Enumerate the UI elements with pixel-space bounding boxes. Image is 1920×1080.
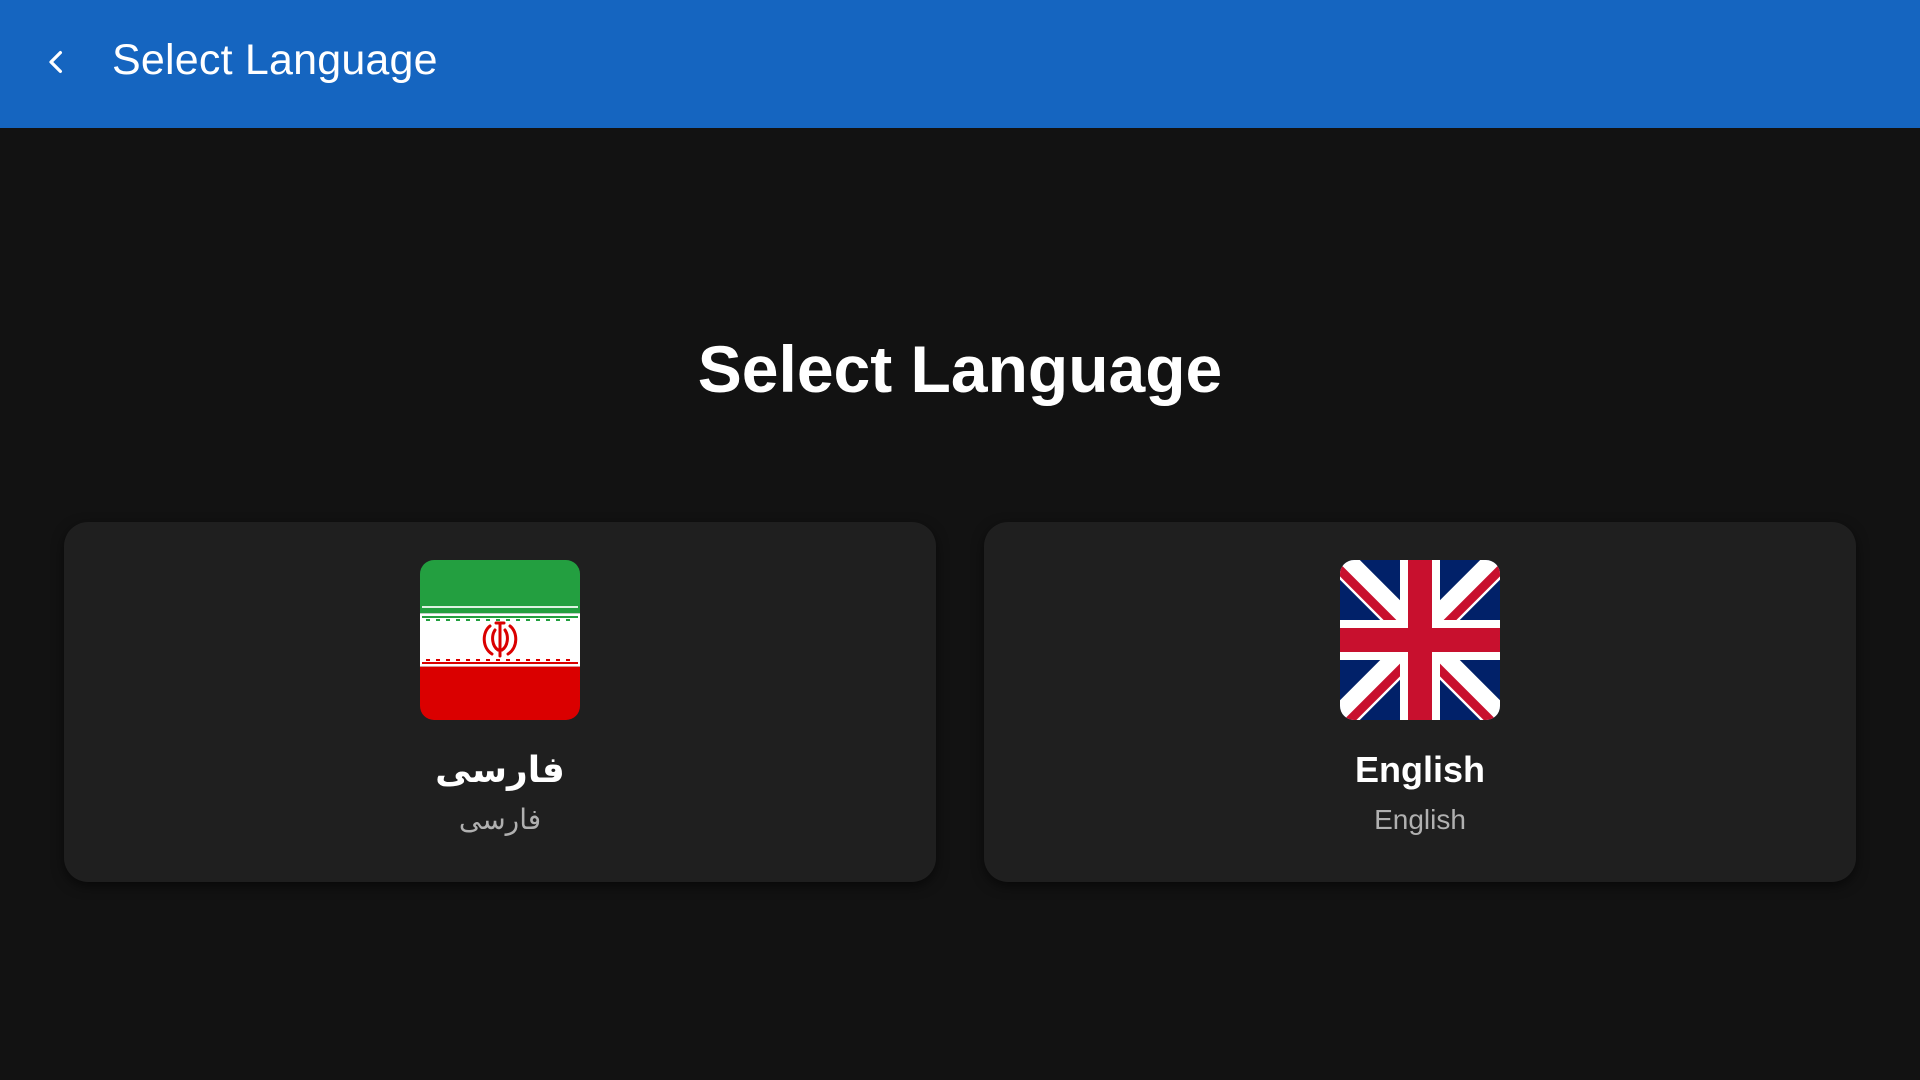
language-card-farsi[interactable]: فارسی فارسی — [64, 522, 936, 882]
language-card-english[interactable]: English English — [984, 522, 1856, 882]
iran-flag-icon — [420, 560, 580, 720]
app-bar-title: Select Language — [112, 36, 438, 84]
uk-flag-icon — [1340, 560, 1500, 720]
app-bar: Select Language — [0, 0, 1920, 128]
language-name: فارسی — [435, 749, 565, 790]
page-heading: Select Language — [697, 332, 1223, 406]
language-native-name: فارسی — [458, 804, 542, 835]
language-native-name: English — [1374, 804, 1466, 835]
chevron-left-icon — [49, 51, 62, 73]
back-button[interactable] — [28, 34, 84, 90]
language-name: English — [1354, 749, 1485, 790]
